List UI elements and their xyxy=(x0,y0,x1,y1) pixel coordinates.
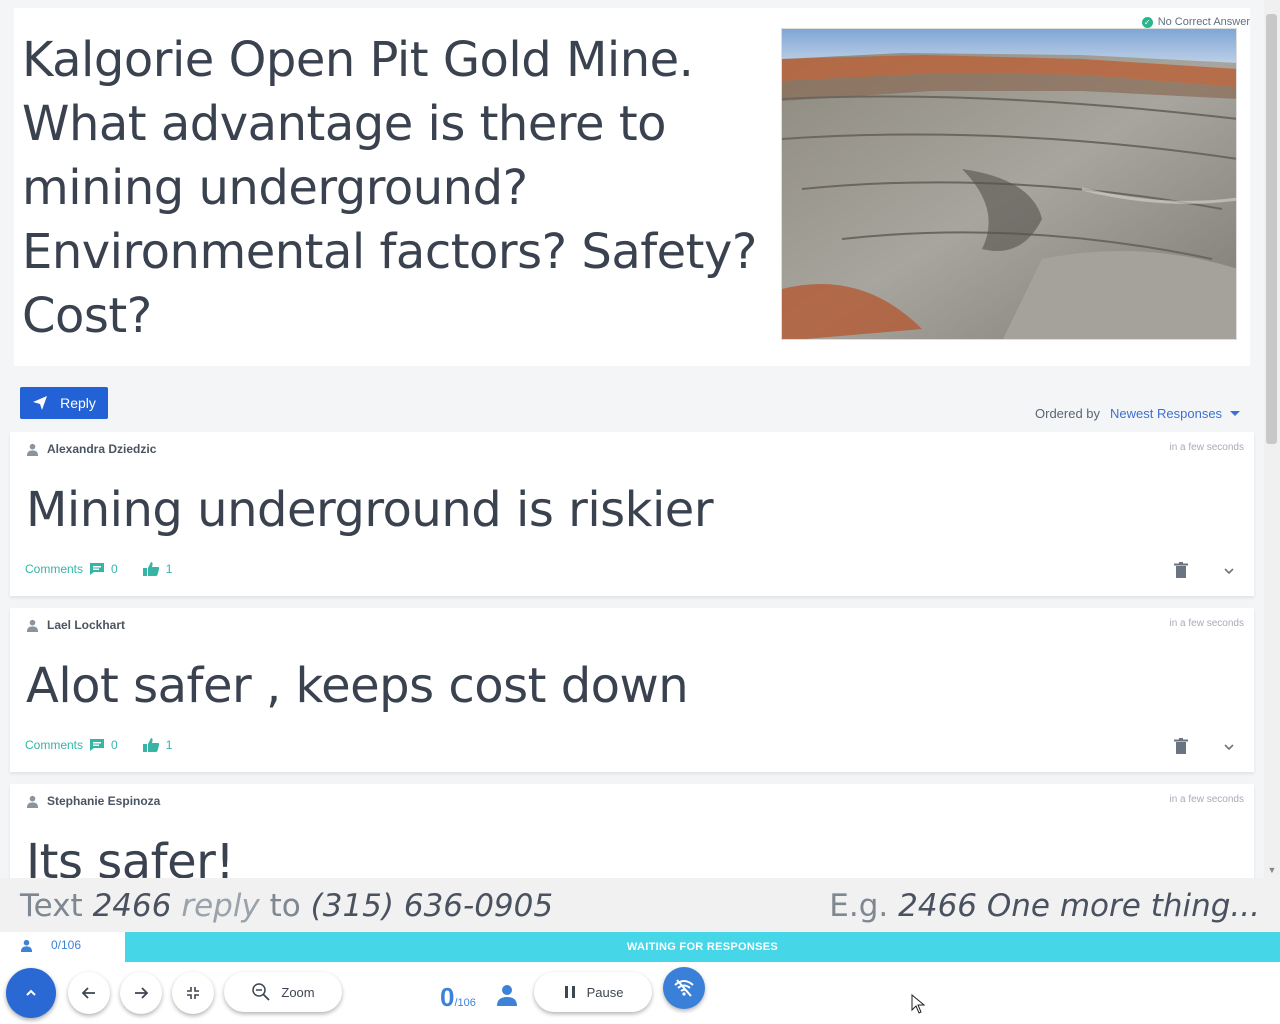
arrow-left-icon xyxy=(81,987,95,999)
thumbs-up-icon[interactable] xyxy=(142,562,160,576)
wifi-off-icon xyxy=(674,979,694,997)
response-text: Alot safer , keeps cost down xyxy=(26,658,689,714)
person-icon xyxy=(26,619,39,632)
response-actions: Comments 0 1 xyxy=(25,562,172,576)
expand-up-button[interactable] xyxy=(6,968,56,1018)
order-value: Newest Responses xyxy=(1110,406,1223,421)
author-name: Lael Lockhart xyxy=(47,618,126,632)
person-icon xyxy=(20,939,33,952)
compress-icon xyxy=(187,987,199,999)
bottom-toolbar: Zoom 0 /106 Pause xyxy=(0,962,1280,1024)
order-dropdown[interactable]: Newest Responses xyxy=(1110,406,1241,421)
check-circle-icon: ✓ xyxy=(1141,16,1153,28)
chevron-up-icon xyxy=(26,989,36,996)
app-root: Kalgorie Open Pit Gold Mine. What advant… xyxy=(0,0,1280,1024)
response-card: Alexandra Dziedzic in a few seconds Mini… xyxy=(10,432,1254,596)
waiting-bar: WAITING FOR RESPONSES xyxy=(125,932,1280,962)
reply-label: Reply xyxy=(60,395,96,411)
pause-icon xyxy=(564,986,575,998)
comments-count: 0 xyxy=(111,738,118,752)
author-name: Stephanie Espinoza xyxy=(47,794,161,808)
response-author: Lael Lockhart xyxy=(26,618,125,632)
trash-icon[interactable] xyxy=(1174,562,1188,578)
reply-button[interactable]: Reply xyxy=(20,387,108,419)
response-card: Stephanie Espinoza in a few seconds Its … xyxy=(10,784,1254,878)
person-icon xyxy=(497,985,517,1006)
zoom-out-icon xyxy=(252,983,271,1001)
text-phone: (315) 636-0905 xyxy=(310,888,554,924)
response-time: in a few seconds xyxy=(1169,618,1245,629)
status-row: 0/106 WAITING FOR RESPONSES xyxy=(0,932,1280,962)
zoom-button[interactable]: Zoom xyxy=(224,972,342,1012)
caret-down-icon xyxy=(1230,411,1241,416)
comments-link[interactable]: Comments xyxy=(25,562,83,576)
response-author: Alexandra Dziedzic xyxy=(26,442,156,456)
response-card: Lael Lockhart in a few seconds Alot safe… xyxy=(10,608,1254,772)
text-to-word: to xyxy=(269,888,301,924)
likes-count: 1 xyxy=(165,738,173,752)
comments-link[interactable]: Comments xyxy=(25,738,83,752)
responses-counter: 0/106 xyxy=(20,938,81,952)
comment-icon[interactable] xyxy=(89,562,105,576)
text-instructions-bar: Text 2466 reply to (315) 636-0905 E.g. 2… xyxy=(0,878,1280,934)
person-icon xyxy=(26,795,39,808)
example-prefix: E.g. xyxy=(829,888,889,924)
response-time: in a few seconds xyxy=(1169,442,1245,453)
likes-count: 1 xyxy=(165,562,173,576)
scrollbar-thumb[interactable] xyxy=(1266,14,1277,444)
mine-photo xyxy=(781,28,1237,340)
exit-fullscreen-button[interactable] xyxy=(172,972,214,1014)
previous-button[interactable] xyxy=(68,972,110,1014)
counter-total: /106 xyxy=(454,997,476,1009)
response-text: Mining underground is riskier xyxy=(26,482,714,538)
thumbs-up-icon[interactable] xyxy=(142,738,160,752)
text-code: 2466 xyxy=(92,888,172,924)
lock-responses-button[interactable] xyxy=(663,967,705,1009)
author-name: Alexandra Dziedzic xyxy=(47,442,157,456)
text-reply-word: reply xyxy=(181,888,260,924)
trash-icon[interactable] xyxy=(1174,738,1188,754)
correct-answer-badge: ✓ No Correct Answer xyxy=(1141,16,1250,28)
response-text: Its safer! xyxy=(26,834,235,878)
arrow-right-icon xyxy=(135,987,149,999)
pause-label: Pause xyxy=(586,984,624,1000)
text-example: E.g. 2466 One more thing... xyxy=(829,888,1260,924)
response-actions: Comments 0 1 xyxy=(25,738,172,752)
question-card: Kalgorie Open Pit Gold Mine. What advant… xyxy=(14,8,1250,366)
correct-answer-label: No Correct Answer xyxy=(1157,16,1250,28)
question-text: Kalgorie Open Pit Gold Mine. What advant… xyxy=(22,32,757,344)
responses-count: 0/106 xyxy=(51,938,82,952)
chevron-down-icon[interactable] xyxy=(1222,564,1236,578)
send-icon xyxy=(33,396,48,410)
chevron-down-icon[interactable] xyxy=(1222,740,1236,754)
participant-counter: 0 /106 xyxy=(440,982,476,1013)
order-label: Ordered by xyxy=(1035,406,1101,421)
counter-value: 0 xyxy=(440,982,455,1012)
mouse-cursor-icon xyxy=(911,994,925,1014)
zoom-label: Zoom xyxy=(281,984,315,1000)
response-time: in a few seconds xyxy=(1169,794,1245,805)
text-instructions: Text 2466 reply to (315) 636-0905 xyxy=(20,888,553,924)
order-selector: Ordered by Newest Responses xyxy=(1035,406,1241,421)
text-prefix: Text xyxy=(20,888,83,924)
pause-button[interactable]: Pause xyxy=(534,972,652,1012)
person-icon xyxy=(26,443,39,456)
comments-count: 0 xyxy=(111,562,118,576)
scroll-down-arrow[interactable]: ▼ xyxy=(1264,862,1280,878)
example-text: 2466 One more thing... xyxy=(898,888,1260,924)
response-author: Stephanie Espinoza xyxy=(26,794,160,808)
next-button[interactable] xyxy=(120,972,162,1014)
comment-icon[interactable] xyxy=(89,738,105,752)
